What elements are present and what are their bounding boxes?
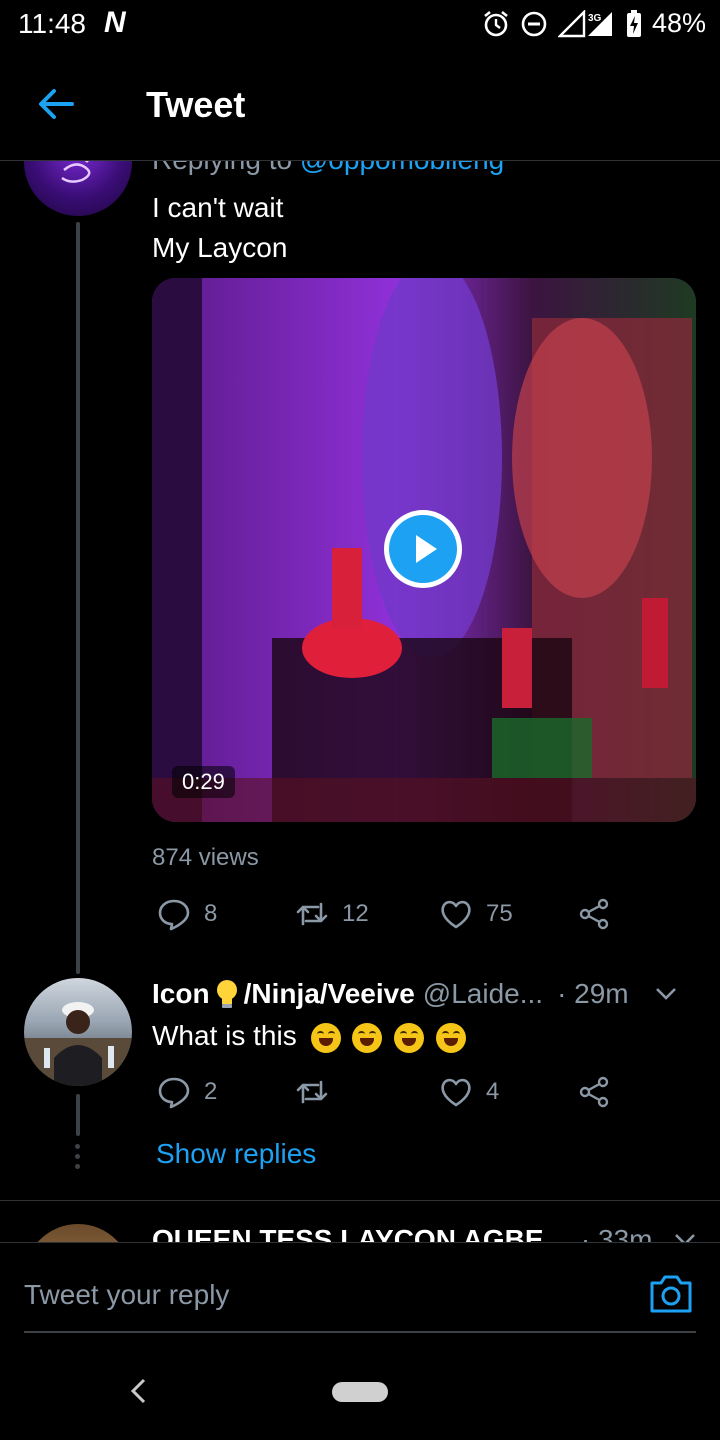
home-pill[interactable] bbox=[332, 1382, 388, 1402]
joy-emoji-icon bbox=[436, 1022, 467, 1053]
more-replies-dots bbox=[75, 1144, 81, 1169]
reply-actions: 2 4 bbox=[152, 1074, 632, 1114]
do-not-disturb-icon bbox=[521, 11, 547, 36]
avatar-photo bbox=[24, 1002, 132, 1086]
back-button[interactable] bbox=[30, 78, 82, 130]
avatar[interactable] bbox=[24, 1224, 132, 1242]
next-reply-header: QUEEN TESS LAYCON AGBE... · 33m bbox=[152, 1224, 712, 1242]
network-label: 3G bbox=[588, 13, 602, 24]
nav-back-icon[interactable] bbox=[126, 1376, 150, 1406]
replying-handle-link[interactable]: @oppomobileng bbox=[300, 160, 504, 175]
reply-button[interactable]: 2 bbox=[156, 1074, 217, 1110]
reply-count: 2 bbox=[204, 1078, 218, 1105]
reply-count: 8 bbox=[204, 900, 218, 927]
reply-composer: Tweet your reply bbox=[0, 1242, 720, 1345]
tweet-time: · 33m bbox=[580, 1224, 653, 1242]
retweet-icon bbox=[296, 902, 328, 926]
like-button[interactable]: 75 bbox=[438, 896, 513, 932]
retweet-icon bbox=[296, 1080, 328, 1104]
like-count: 4 bbox=[486, 1078, 500, 1105]
tweet-time: · 29m bbox=[557, 978, 629, 1009]
system-nav-bar bbox=[0, 1344, 720, 1440]
signal-icon: 3G bbox=[557, 9, 612, 37]
retweet-button[interactable] bbox=[294, 1074, 342, 1110]
tweet-thread: Replying to @oppomobileng I can't wait M… bbox=[0, 160, 720, 1242]
play-button[interactable] bbox=[384, 510, 462, 588]
app-badge: N bbox=[104, 6, 126, 39]
display-name[interactable]: QUEEN TESS LAYCON AGBE... bbox=[152, 1224, 567, 1242]
video-duration: 0:29 bbox=[172, 766, 235, 798]
like-button[interactable]: 4 bbox=[438, 1074, 499, 1110]
thread-line bbox=[76, 1094, 80, 1136]
share-button[interactable] bbox=[576, 1074, 612, 1110]
view-count: 874 views bbox=[152, 844, 259, 871]
top-bar: Tweet bbox=[0, 50, 720, 161]
replying-prefix: Replying to bbox=[152, 160, 292, 175]
show-replies-link[interactable]: Show replies bbox=[156, 1138, 316, 1170]
retweet-button[interactable]: 12 bbox=[294, 896, 369, 932]
status-icons: 3G 48% bbox=[482, 8, 706, 39]
share-icon bbox=[579, 898, 609, 930]
user-handle: @Laide... bbox=[422, 978, 544, 1009]
divider bbox=[0, 1200, 720, 1201]
status-time: 11:48 bbox=[18, 8, 86, 39]
rofl-emoji-icon bbox=[394, 1022, 425, 1053]
screen: 11:48 N 3G 48% Tweet I can't wait My Lay… bbox=[0, 0, 720, 1440]
neon-figure-icon bbox=[61, 160, 91, 183]
thread-line bbox=[76, 222, 80, 974]
chevron-down-icon[interactable] bbox=[651, 979, 681, 1009]
heart-icon bbox=[441, 900, 471, 929]
battery-icon bbox=[626, 9, 641, 37]
rofl-emoji-icon bbox=[352, 1022, 383, 1053]
tweet-text: I can't wait My Laycon bbox=[152, 188, 287, 268]
avatar[interactable] bbox=[24, 160, 132, 216]
reply-icon bbox=[158, 899, 190, 931]
tweet-actions: 8 12 75 bbox=[152, 896, 632, 936]
tweet-text-line: My Laycon bbox=[152, 232, 288, 263]
video-player[interactable]: 0:29 bbox=[152, 278, 696, 822]
alarm-icon bbox=[484, 10, 508, 36]
heart-icon bbox=[441, 1078, 471, 1107]
page-title: Tweet bbox=[146, 84, 246, 125]
battery-percent: 48% bbox=[651, 8, 706, 38]
lightbulb-icon bbox=[216, 980, 237, 1008]
reply-input[interactable]: Tweet your reply bbox=[24, 1279, 229, 1311]
play-icon bbox=[389, 515, 457, 583]
reply-input-underline bbox=[24, 1331, 696, 1333]
reply-text: What is this bbox=[152, 1016, 467, 1056]
tweet-text-line: I can't wait bbox=[152, 192, 284, 223]
reply-button[interactable]: 8 bbox=[156, 896, 217, 932]
reply-header: Icon /Ninja/Veeive @Laide... · 29m bbox=[152, 978, 712, 1010]
reply-icon bbox=[158, 1077, 190, 1109]
rofl-emoji-icon bbox=[310, 1022, 341, 1053]
arrow-left-icon bbox=[39, 89, 74, 119]
camera-icon[interactable] bbox=[648, 1273, 694, 1315]
display-name-suffix[interactable]: /Ninja/Veeive bbox=[244, 978, 415, 1010]
laughing-emojis bbox=[307, 1016, 467, 1056]
chevron-down-icon[interactable] bbox=[670, 1225, 700, 1242]
share-icon bbox=[579, 1076, 609, 1108]
reply-text-content: What is this bbox=[152, 1020, 297, 1051]
display-name[interactable]: Icon bbox=[152, 978, 210, 1010]
like-count: 75 bbox=[486, 900, 513, 927]
share-button[interactable] bbox=[576, 896, 612, 932]
replying-to: Replying to @oppomobileng bbox=[152, 160, 504, 176]
avatar[interactable] bbox=[24, 978, 132, 1086]
status-bar: 11:48 N 3G 48% bbox=[0, 0, 720, 50]
retweet-count: 12 bbox=[342, 900, 369, 927]
